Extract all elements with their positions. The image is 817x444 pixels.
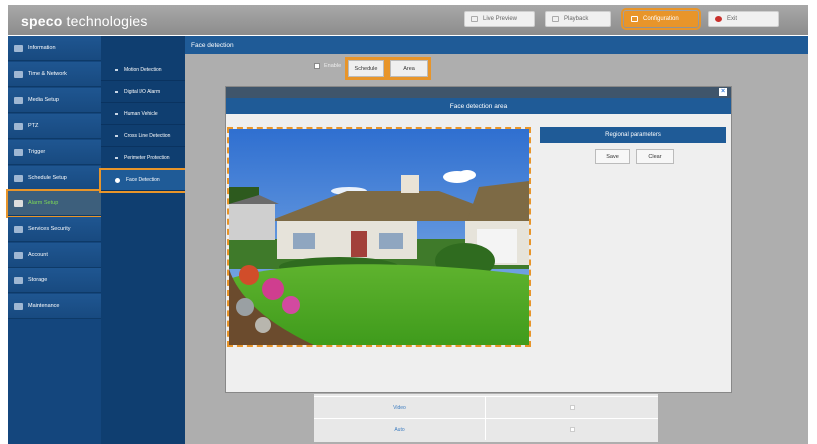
regional-parameters-header: Regional parameters bbox=[540, 127, 726, 143]
bullet-icon bbox=[115, 91, 118, 93]
wrench-icon bbox=[14, 225, 23, 233]
alarm-sub-sidebar: Motion Detection Digital I/O Alarm Human… bbox=[99, 36, 187, 444]
subnav-label: Digital I/O Alarm bbox=[124, 89, 161, 95]
sidebar-item-label: Maintenance bbox=[28, 303, 60, 309]
area-button[interactable]: Area bbox=[387, 57, 431, 80]
power-icon bbox=[715, 16, 722, 22]
close-icon[interactable]: × bbox=[719, 88, 727, 96]
sidebar-item-label: Media Setup bbox=[28, 97, 59, 103]
calendar-icon bbox=[14, 174, 23, 182]
sidebar-item-label: Alarm Setup bbox=[28, 200, 59, 206]
subnav-label: Perimeter Protection bbox=[124, 155, 170, 161]
monitor-icon bbox=[14, 251, 23, 259]
sidebar-item-services-security[interactable]: Services Security bbox=[8, 217, 101, 242]
settings-table: Video Auto bbox=[314, 394, 658, 442]
list-icon bbox=[631, 16, 638, 22]
subnav-label: Human Vehicle bbox=[124, 111, 158, 117]
playback-button[interactable]: Playback bbox=[545, 11, 611, 27]
alarm-icon bbox=[14, 199, 23, 207]
table-cell-label: Auto bbox=[314, 419, 486, 440]
subnav-label: Cross Line Detection bbox=[124, 133, 171, 139]
table-cell-checkbox bbox=[486, 419, 658, 440]
sidebar-item-ptz[interactable]: PTZ bbox=[8, 114, 101, 139]
configuration-label: Configuration bbox=[643, 16, 679, 22]
main-sidebar: Information Time & Network Media Setup P… bbox=[6, 36, 103, 444]
subnav-cross-line-detection[interactable]: Cross Line Detection bbox=[101, 126, 185, 147]
subnav-digital-io-alarm[interactable]: Digital I/O Alarm bbox=[101, 82, 185, 103]
save-button[interactable]: Save bbox=[595, 149, 630, 164]
table-cell-checkbox bbox=[486, 397, 658, 418]
media-icon bbox=[14, 96, 23, 104]
radio-selected-icon bbox=[115, 177, 120, 183]
modal-title: Face detection area bbox=[226, 98, 731, 114]
live-preview-label: Live Preview bbox=[483, 16, 518, 22]
enable-label: Enable bbox=[324, 63, 342, 69]
camera-snapshot-image bbox=[229, 129, 529, 345]
sidebar-item-label: Storage bbox=[28, 277, 48, 283]
info-icon bbox=[14, 44, 23, 52]
subnav-label: Motion Detection bbox=[124, 67, 162, 73]
subnav-motion-detection[interactable]: Motion Detection bbox=[101, 60, 185, 81]
face-detection-area-modal: × Face detection area Regional parameter… bbox=[225, 86, 732, 393]
playback-icon bbox=[552, 16, 559, 22]
detection-area-canvas[interactable] bbox=[227, 127, 531, 347]
subnav-human-vehicle[interactable]: Human Vehicle bbox=[101, 104, 185, 125]
sidebar-item-information[interactable]: Information bbox=[8, 36, 101, 61]
configuration-button[interactable]: Configuration bbox=[621, 8, 701, 30]
sidebar-item-trigger[interactable]: Trigger bbox=[8, 140, 101, 165]
sidebar-item-label: PTZ bbox=[28, 123, 39, 129]
sidebar-item-maintenance[interactable]: Maintenance bbox=[8, 294, 101, 319]
sidebar-item-label: Account bbox=[28, 252, 48, 258]
top-header: speco technologies Live Preview Playback… bbox=[8, 5, 808, 35]
sidebar-item-storage[interactable]: Storage bbox=[8, 268, 101, 293]
sidebar-item-label: Information bbox=[28, 45, 56, 51]
table-row: Auto bbox=[314, 418, 658, 440]
logo-bold-text: speco bbox=[21, 13, 63, 29]
clear-button[interactable]: Clear bbox=[636, 149, 674, 164]
schedule-button[interactable]: Schedule bbox=[345, 57, 387, 80]
sidebar-item-time-network[interactable]: Time & Network bbox=[8, 62, 101, 87]
network-icon bbox=[14, 70, 23, 78]
bullet-icon bbox=[115, 135, 118, 137]
ptz-icon bbox=[14, 122, 23, 130]
row-checkbox[interactable] bbox=[569, 427, 575, 432]
enable-checkbox[interactable] bbox=[314, 63, 320, 69]
speco-logo: speco technologies bbox=[21, 13, 148, 29]
playback-label: Playback bbox=[564, 16, 589, 22]
sidebar-item-label: Time & Network bbox=[28, 71, 67, 77]
storage-icon bbox=[14, 276, 23, 284]
table-cell-label: Video bbox=[314, 397, 486, 418]
logo-thin-text: technologies bbox=[62, 13, 148, 29]
wrench-icon bbox=[14, 302, 23, 310]
modal-titlebar: × bbox=[226, 87, 731, 98]
monitor-icon bbox=[471, 16, 478, 22]
bullet-icon bbox=[115, 69, 118, 71]
sidebar-item-label: Schedule Setup bbox=[28, 175, 67, 181]
exit-button[interactable]: Exit bbox=[708, 11, 779, 27]
trigger-icon bbox=[14, 148, 23, 156]
page-title: Face detection bbox=[185, 36, 808, 54]
sidebar-item-alarm-setup[interactable]: Alarm Setup bbox=[6, 189, 103, 218]
sidebar-item-media-setup[interactable]: Media Setup bbox=[8, 88, 101, 113]
sidebar-item-label: Services Security bbox=[28, 226, 71, 232]
subnav-face-detection[interactable]: Face Detection bbox=[99, 168, 187, 193]
sidebar-item-account[interactable]: Account bbox=[8, 243, 101, 268]
sidebar-item-label: Trigger bbox=[28, 149, 46, 155]
exit-label: Exit bbox=[727, 16, 738, 22]
enable-row: Enable bbox=[314, 63, 341, 69]
bullet-icon bbox=[115, 113, 118, 115]
table-row: Video bbox=[314, 396, 658, 418]
subnav-perimeter-protection[interactable]: Perimeter Protection bbox=[101, 148, 185, 169]
bullet-icon bbox=[115, 157, 118, 159]
live-preview-button[interactable]: Live Preview bbox=[464, 11, 535, 27]
subnav-label: Face Detection bbox=[126, 177, 160, 183]
row-checkbox[interactable] bbox=[569, 405, 575, 410]
sidebar-item-schedule-setup[interactable]: Schedule Setup bbox=[8, 166, 101, 191]
